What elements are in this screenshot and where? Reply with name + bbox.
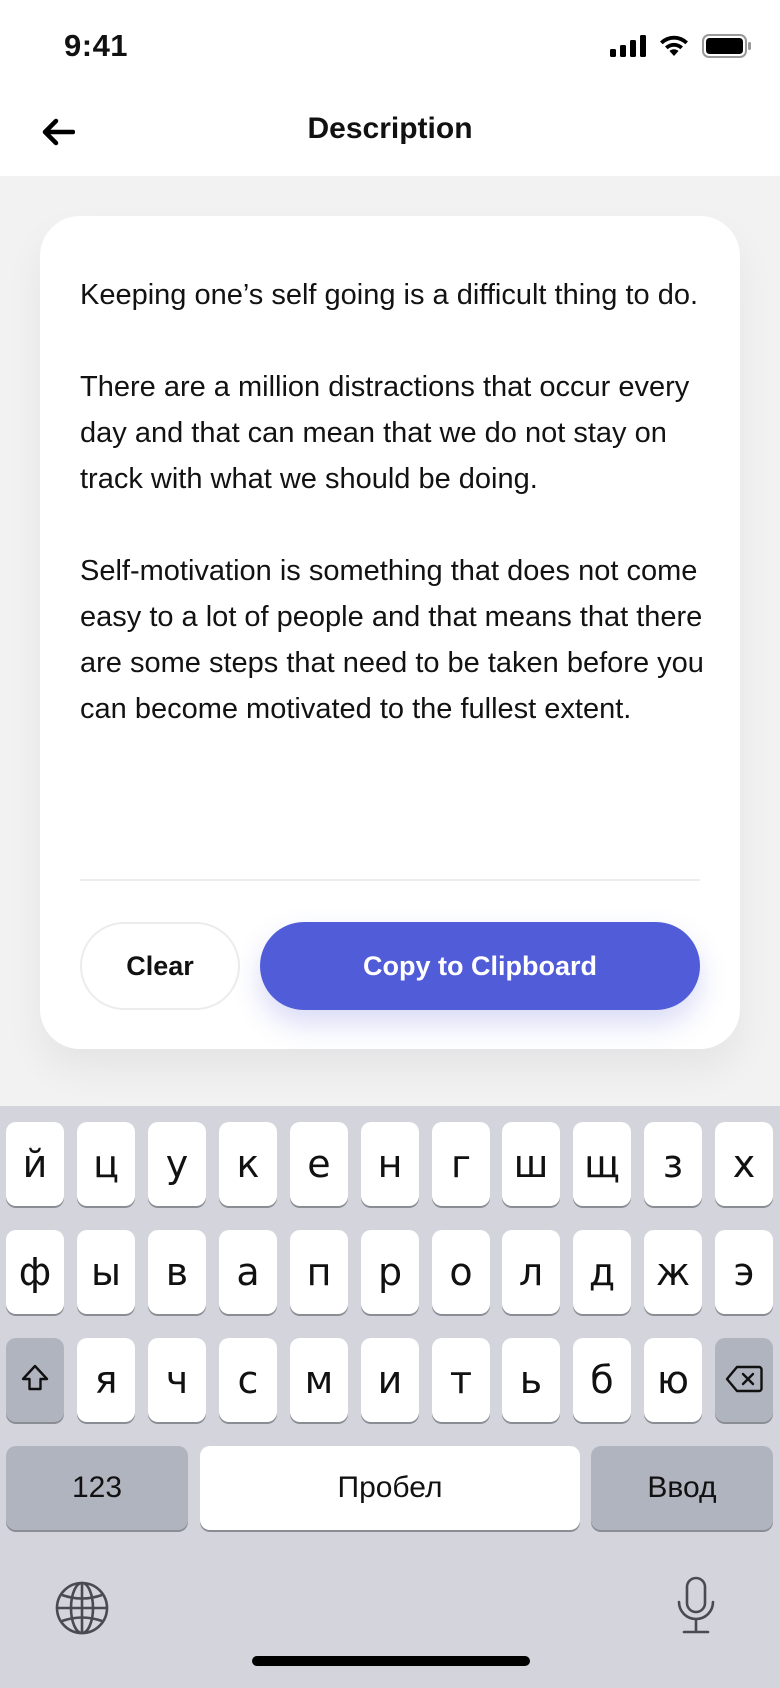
battery-icon	[702, 34, 752, 63]
home-indicator	[252, 1656, 530, 1666]
microphone-icon	[674, 1576, 718, 1640]
key[interactable]: х	[715, 1122, 773, 1206]
space-key[interactable]: Пробел	[200, 1446, 580, 1530]
key[interactable]: ч	[148, 1338, 206, 1422]
key[interactable]: щ	[573, 1122, 631, 1206]
description-card: Keeping one’s self going is a difficult …	[40, 216, 740, 1049]
space-key-label: Пробел	[337, 1471, 443, 1504]
key[interactable]: ю	[644, 1338, 702, 1422]
key[interactable]: к	[219, 1122, 277, 1206]
key[interactable]: н	[361, 1122, 419, 1206]
dictation-button[interactable]	[674, 1576, 718, 1641]
key[interactable]: м	[290, 1338, 348, 1422]
key[interactable]: л	[502, 1230, 560, 1314]
globe-icon	[54, 1581, 110, 1640]
key[interactable]: ы	[77, 1230, 135, 1314]
shift-icon	[20, 1358, 50, 1402]
divider	[80, 879, 700, 881]
status-time: 9:41	[64, 28, 129, 63]
keyboard: й ц у к е н г ш щ з х ф ы в а п р о л д …	[0, 1106, 780, 1688]
delete-backspace-icon	[725, 1358, 763, 1402]
cellular-signal-icon	[610, 35, 646, 62]
key[interactable]: ь	[502, 1338, 560, 1422]
description-paragraph: There are a million distractions that oc…	[80, 371, 690, 495]
shift-key[interactable]	[6, 1338, 64, 1422]
key[interactable]: о	[432, 1230, 490, 1314]
key[interactable]: т	[432, 1338, 490, 1422]
copy-to-clipboard-button[interactable]: Copy to Clipboard	[260, 922, 700, 1010]
key[interactable]: г	[432, 1122, 490, 1206]
key[interactable]: ф	[6, 1230, 64, 1314]
globe-button[interactable]	[54, 1580, 110, 1641]
key[interactable]: д	[573, 1230, 631, 1314]
delete-key[interactable]	[715, 1338, 773, 1422]
key[interactable]: р	[361, 1230, 419, 1314]
description-paragraph: Keeping one’s self going is a difficult …	[80, 279, 699, 311]
key[interactable]: п	[290, 1230, 348, 1314]
description-paragraph: Self-motivation is something that does n…	[80, 555, 704, 725]
key[interactable]: з	[644, 1122, 702, 1206]
return-key-label: Ввод	[647, 1471, 717, 1504]
key[interactable]: у	[148, 1122, 206, 1206]
page-title: Description	[307, 112, 473, 145]
clear-button[interactable]: Clear	[80, 922, 240, 1010]
nav-bar: Description	[0, 92, 780, 176]
status-icons	[610, 34, 752, 63]
key[interactable]: ш	[502, 1122, 560, 1206]
key[interactable]: б	[573, 1338, 631, 1422]
key[interactable]: я	[77, 1338, 135, 1422]
key[interactable]: с	[219, 1338, 277, 1422]
key[interactable]: ц	[77, 1122, 135, 1206]
key[interactable]: а	[219, 1230, 277, 1314]
return-key[interactable]: Ввод	[591, 1446, 773, 1530]
key[interactable]: и	[361, 1338, 419, 1422]
key[interactable]: э	[715, 1230, 773, 1314]
key[interactable]: е	[290, 1122, 348, 1206]
key[interactable]: й	[6, 1122, 64, 1206]
numbers-key[interactable]: 123	[6, 1446, 188, 1530]
description-text-area[interactable]: Keeping one’s self going is a difficult …	[80, 272, 710, 732]
key[interactable]: ж	[644, 1230, 702, 1314]
numbers-key-label: 123	[71, 1471, 123, 1504]
status-bar: 9:41	[0, 0, 780, 92]
wifi-icon	[658, 34, 690, 63]
key[interactable]: в	[148, 1230, 206, 1314]
